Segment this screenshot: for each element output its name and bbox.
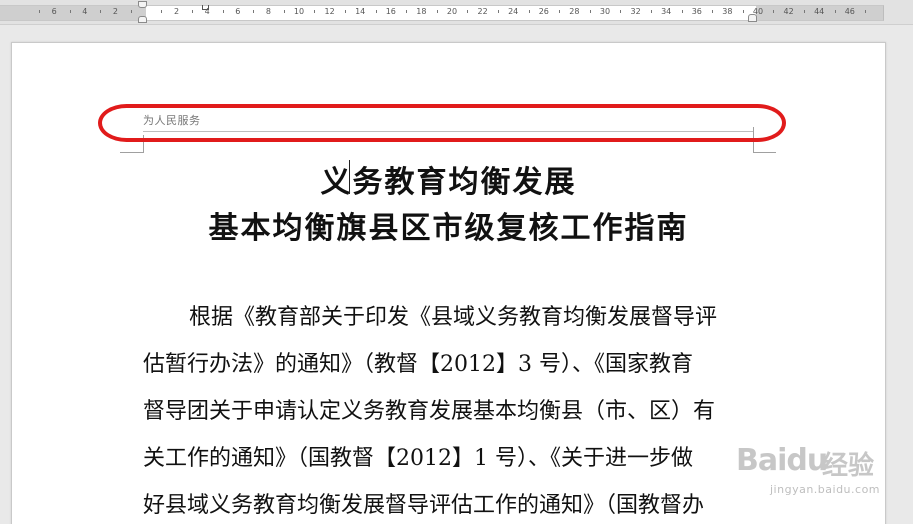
ruler-tick: [559, 10, 561, 13]
ruler-label: 2: [174, 7, 180, 16]
ruler-tick: [161, 10, 163, 13]
ruler-label: 34: [661, 7, 672, 16]
document-title-line-2[interactable]: 基本均衡旗县区市级复核工作指南: [12, 203, 885, 247]
ruler-label: 28: [569, 7, 580, 16]
ruler-tick: [222, 10, 224, 13]
ruler-tick: [69, 10, 71, 13]
ruler-tick: [191, 10, 193, 13]
ruler-label: 4: [82, 7, 88, 16]
ruler-label: 26: [538, 7, 549, 16]
body-line: 根据《教育部关于印发《县域义务教育均衡发展督导评: [143, 294, 755, 341]
crop-mark-left-horizontal: [120, 152, 143, 153]
ruler-tick: [497, 10, 499, 13]
ruler-tick: [620, 10, 622, 13]
body-line: 督导团关于申请认定义务教育发展基本均衡县（市、区）有: [143, 399, 716, 424]
ruler-label: 22: [477, 7, 488, 16]
first-line-indent-marker[interactable]: [138, 1, 147, 8]
ruler-label: 2: [112, 7, 118, 16]
document-page[interactable]: 为人民服务 义务教育均衡发展 基本均衡旗县区市级复核工作指南 根据《教育部关于印…: [11, 42, 886, 524]
crop-mark-left-vertical: [143, 135, 144, 153]
ruler-tick: [681, 10, 683, 13]
ruler-label: 46: [844, 7, 855, 16]
ruler-label: 8: [265, 7, 271, 16]
body-paragraph[interactable]: 根据《教育部关于印发《县域义务教育均衡发展督导评 估暂行办法》的通知》（教督【2…: [143, 294, 755, 524]
ruler-tick: [100, 10, 102, 13]
ruler-tick: [375, 10, 377, 13]
ruler-label: 18: [416, 7, 427, 16]
ruler-label: 38: [722, 7, 733, 16]
body-line: 关工作的通知》（国教督【2012】1 号）、《关于进一步做: [143, 446, 693, 471]
ruler-label: 20: [446, 7, 458, 16]
ruler-tick: [406, 10, 408, 13]
ruler-tick: [712, 10, 714, 13]
ruler-label: 24: [508, 7, 519, 16]
ruler-label: 6: [235, 7, 241, 16]
ruler-tick: [253, 10, 255, 13]
document-title-line-1[interactable]: 义务教育均衡发展: [12, 157, 885, 201]
ruler-label: 12: [324, 7, 335, 16]
ruler-label: 30: [599, 7, 611, 16]
ruler-tick: [650, 10, 652, 13]
ruler-left-margin: [0, 5, 146, 21]
ruler-label: 16: [385, 7, 396, 16]
ruler-tick: [344, 10, 346, 13]
header-divider-line: [143, 131, 754, 132]
ruler-tick: [803, 10, 805, 13]
crop-mark-right-horizontal: [753, 152, 776, 153]
ruler-label: 14: [355, 7, 366, 16]
ruler-tick: [865, 10, 867, 13]
word-editor-window: 6 4 2 2 4 6 8 10 12 14 16 18 20 22 24 26 28 30 32 34 36 38 40 4…: [0, 0, 913, 524]
ruler-tick: [283, 10, 285, 13]
ruler-tick: [467, 10, 469, 13]
ruler-tick: [38, 10, 40, 13]
ruler-label: 42: [783, 7, 794, 16]
red-highlight-ellipse: [98, 104, 786, 142]
ruler-label: 6: [51, 7, 57, 16]
ruler-tick: [436, 10, 438, 13]
ruler-label: 44: [814, 7, 825, 16]
ruler-tick: [130, 10, 132, 13]
page-header-text[interactable]: 为人民服务: [143, 112, 201, 128]
ruler-tick: [834, 10, 836, 13]
tab-stop-marker[interactable]: [202, 5, 209, 10]
body-line-text: 根据《教育部关于印发《县域义务教育均衡发展督导评: [189, 305, 718, 330]
body-line: 好县域义务教育均衡发展督导评估工作的通知》（国教督办: [143, 493, 705, 518]
ruler-tick: [589, 10, 591, 13]
right-indent-marker[interactable]: [748, 14, 757, 22]
ruler-label: 36: [691, 7, 702, 16]
body-line: 估暂行办法》的通知》（教督【2012】3 号）、《国家教育: [143, 352, 693, 377]
ruler-tick: [773, 10, 775, 13]
ruler-tick: [314, 10, 316, 13]
ruler-tick: [528, 10, 530, 13]
text-cursor: [349, 160, 350, 194]
ruler-label: 10: [293, 7, 305, 16]
ruler-label: 32: [630, 7, 641, 16]
hanging-indent-marker[interactable]: [138, 16, 147, 23]
horizontal-ruler[interactable]: 6 4 2 2 4 6 8 10 12 14 16 18 20 22 24 26 28 30 32 34 36 38 40 4…: [0, 0, 913, 25]
crop-mark-right-vertical: [753, 129, 754, 153]
ruler-tick: [742, 10, 744, 13]
